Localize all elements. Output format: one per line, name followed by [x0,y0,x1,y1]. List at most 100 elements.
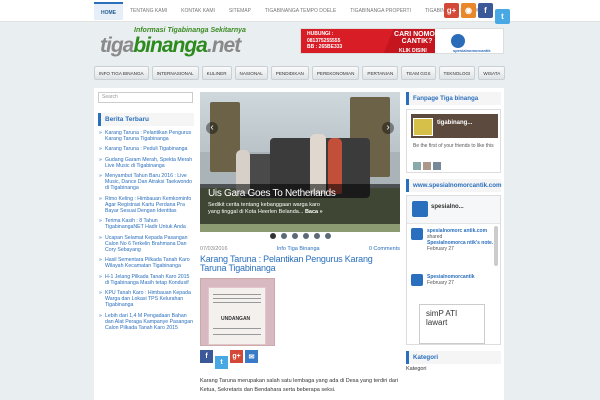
fb-text: Be the first of your friends to like thi… [413,143,494,149]
news-item[interactable]: Menyambut Tahun Baru 2016 : Live Music, … [98,173,194,192]
slider-dot[interactable] [313,233,320,239]
slider-next-icon[interactable]: › [382,122,394,134]
feed-widget[interactable]: spesialno... spesialnomorc antik.com sha… [406,195,501,345]
category-title: Kategori [406,351,501,364]
cat-pertanian[interactable]: PERTANIAN [362,66,399,80]
banner-klik: KLIK DISINI [399,48,427,54]
google-plus-share-icon[interactable]: g+ [230,350,243,363]
logo-part-tiga: tiga [100,34,134,57]
top-navigation: HOME TENTANG KAMI KONTAK KAMI SITEMAP TI… [94,2,491,20]
search-input[interactable]: Search [98,92,193,103]
nav-home[interactable]: HOME [94,2,123,20]
feed-time: February 27 [427,246,454,252]
news-item[interactable]: Karang Taruna : Peduli Tigabinanga [98,146,194,152]
invitation-card: UNDANGAN [208,287,266,345]
news-item[interactable]: H-1 Jelang Pilkada Tanah Karo 2015 di Ti… [98,274,194,286]
post-meta: 07/03/2016 Info Tiga Binanga 0 Comments [200,246,400,252]
brand-logo-icon [451,34,465,48]
facebook-share-icon[interactable]: f [200,350,213,363]
post-title[interactable]: Karang Taruna : Pelantikan Pengurus Kara… [200,255,400,273]
main-content: ‹ › Uis Gara Goes To Netherlands Sedikit… [200,92,400,395]
slider-dots [200,233,400,239]
news-item[interactable]: Terima Kasih : 8 Tahun TigabinangaNET Ha… [98,218,194,230]
category-navigation: INFO TIGA BINANGA INTERNASIONAL KULINER … [94,66,506,80]
feed-user-icon [411,274,423,286]
feed-header: spesialno... [407,196,500,224]
banner-brand: spesialnomorcantik [453,48,491,53]
post-date: 07/03/2016 [200,246,228,252]
news-item[interactable]: Gudang Garam Merah, Spekta Merah Live Mu… [98,157,194,169]
feed-image[interactable]: simP ATI lawart [419,304,485,344]
card-line [213,294,261,295]
post-category[interactable]: Info Tiga Binanga [277,246,320,252]
ad-banner[interactable]: HUBUNGI : 081375255555 BB : 265BE333 CARI… [300,28,504,54]
logo-part-binanga: binanga [133,34,208,57]
top-bar: HOME TENTANG KAMI KONTAK KAMI SITEMAP TI… [0,0,600,24]
news-item[interactable]: Rimo Keling : Himbauan Kemkominfo Agar R… [98,196,194,215]
fb-avatar [413,118,433,136]
share-icon[interactable]: ✉ [245,350,258,363]
slider-dot[interactable] [280,233,287,239]
slider-dot[interactable] [324,233,331,239]
feed-avatar [412,201,428,217]
site-widget-title: www.spesialnomorcantik.com [406,179,501,192]
facebook-icon[interactable]: f [478,3,493,18]
share-buttons: f t g+ ✉ [200,350,400,369]
nav-kontak-kami[interactable]: KONTAK KAMI [174,2,222,20]
slider-dot[interactable] [291,233,298,239]
post-comments[interactable]: 0 Comments [369,246,400,252]
feed-name[interactable]: spesialno... [431,204,464,210]
right-sidebar: Fanpage Tiga binanga tigabinang... Be th… [406,92,501,372]
fb-friend-avatar [433,162,441,170]
category-label: Kategori [406,366,427,372]
cat-team-ggs[interactable]: TEAM GGS [401,66,436,80]
twitter-share-icon[interactable]: t [215,356,228,369]
banner-cari: CARI NOMOR CANTIK? [394,31,440,45]
feed-scrollbar[interactable] [494,226,498,266]
news-item[interactable]: Lebih dari 1,4 M Pengadaan Bahan dan Ala… [98,313,194,332]
nav-properti[interactable]: TIGABINANGA PROPERTI [343,2,418,20]
slider-title[interactable]: Uis Gara Goes To Netherlands [208,188,336,199]
slider-dot[interactable] [269,233,276,239]
cat-pendidikan[interactable]: PENDIDIKAN [270,66,309,80]
fb-friend-avatar [413,162,421,170]
rss-icon[interactable]: ◉ [461,3,476,18]
news-item[interactable]: Karang Taruna : Pelantikan Pengurus Kara… [98,130,194,142]
slider-excerpt: Sedikit cerita tentang kebanggaan warga … [208,202,328,216]
slider-dot[interactable] [302,233,309,239]
google-plus-icon[interactable]: g+ [444,3,459,18]
cat-perekonomian[interactable]: PEREKONOMIAN [311,66,360,80]
nav-tentang-kami[interactable]: TENTANG KAMI [123,2,174,20]
nav-tempo-doele[interactable]: TIGABINANGA TEMPO DOELE [258,2,343,20]
card-line [213,302,261,303]
feed-item: spesialnomorc antik.com shared Spesialno… [427,228,495,252]
site-tagline: Informasi Tigabinanga Sekitarnya [134,27,246,34]
banner-phones: 081375255555 BB : 265BE333 [307,38,342,50]
post-image[interactable]: UNDANGAN [200,278,275,346]
cat-nasional[interactable]: NASIONAL [234,66,268,80]
news-item[interactable]: Hasil Sementara Pilkada Tanah Karo Wilay… [98,257,194,269]
slider-caption: Uis Gara Goes To Netherlands Sedikit cer… [200,184,400,224]
logo-part-net: .net [206,34,241,57]
nav-sitemap[interactable]: SITEMAP [222,2,258,20]
card-title: UNDANGAN [221,316,251,322]
left-sidebar: Search Berita Terbaru Karang Taruna : Pe… [98,92,194,331]
news-item[interactable]: KPU Tanah Karo : Himbauan Kepada Warga d… [98,290,194,309]
news-item[interactable]: Ucapan Selamat Kepada Pasangan Calon No … [98,235,194,254]
post-body: Karang Taruna merupakan salah satu lemba… [200,378,399,393]
site-header: Informasi Tigabinanga Sekitarnya tigabin… [90,22,510,64]
read-more-link[interactable]: Baca » [305,209,323,215]
slider-prev-icon[interactable]: ‹ [206,122,218,134]
latest-news-title: Berita Terbaru [98,113,194,126]
cat-internasional[interactable]: INTERNASIONAL [151,66,199,80]
facebook-widget[interactable]: tigabinang... Be the first of your frien… [406,109,501,173]
site-logo[interactable]: tigabinanga.net [100,34,241,58]
cat-kuliner[interactable]: KULINER [201,66,232,80]
featured-slider[interactable]: ‹ › Uis Gara Goes To Netherlands Sedikit… [200,92,400,232]
cat-teknologi[interactable]: TEKNOLOGI [438,66,476,80]
card-line [213,328,261,329]
cat-info-tiga-binanga[interactable]: INFO TIGA BINANGA [94,66,149,80]
cat-wisata[interactable]: WISATA [478,66,506,80]
feed-item: Spesialnomorcantik February 27 [427,274,495,286]
fb-page-name[interactable]: tigabinang... [437,120,472,126]
